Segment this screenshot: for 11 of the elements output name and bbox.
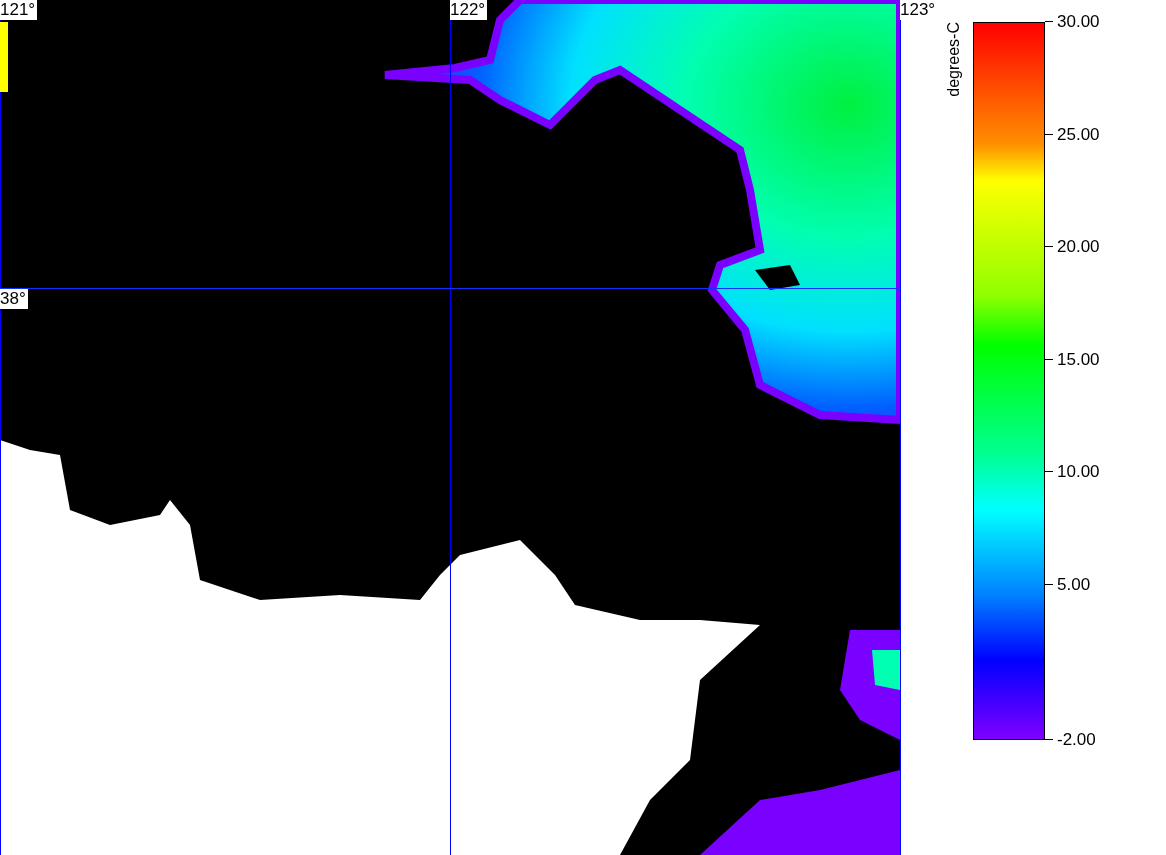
scale-tick-label: 20.00 [1057, 237, 1100, 257]
longitude-label: 121° [0, 0, 38, 20]
legend-title: degrees-C [945, 22, 963, 97]
scale-tick-label: 25.00 [1057, 124, 1100, 145]
latitude-label: 38° [0, 289, 28, 309]
scale-tick-label: -2.00 [1057, 730, 1096, 750]
scale-tick-label: 5.00 [1057, 574, 1091, 595]
scale-tick-label: 10.00 [1057, 462, 1100, 482]
scale-tick-label: 15.00 [1057, 349, 1100, 370]
scale-tick-label: 30.00 [1057, 12, 1100, 32]
longitude-label: 122° [450, 0, 488, 20]
